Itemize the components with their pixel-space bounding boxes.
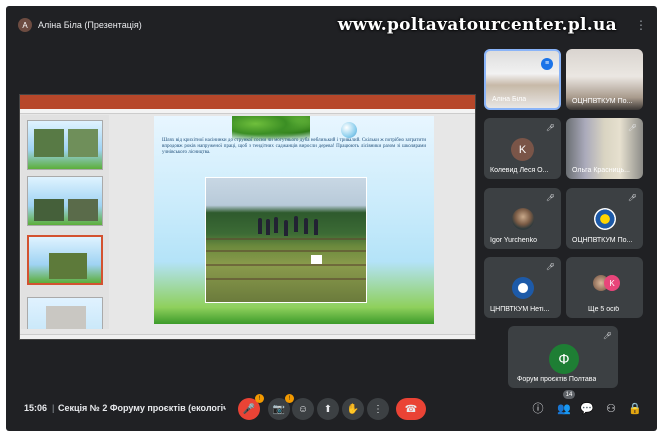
participant-name: Ольга Красниць... — [572, 167, 630, 174]
ppt-slide-thumbnails — [21, 115, 109, 329]
mic-off-icon: 🎤︎ — [546, 264, 555, 271]
participant-avatar — [512, 277, 534, 299]
host-controls-button[interactable]: 🔒 — [625, 398, 645, 418]
meeting-title: Секція № 2 Форуму проєктів (екологічні,.… — [58, 403, 226, 413]
mic-off-icon: 🎤︎ — [628, 125, 637, 132]
current-slide: Шлях від крихітної насінинки до стрункої… — [154, 116, 434, 324]
participant-name: Форум проєктів Полтава — [517, 376, 597, 383]
participant-tile[interactable]: ОЦНПВТКУМ По... — [566, 49, 643, 110]
end-call-icon: ☎ — [404, 403, 418, 415]
slide-thumbnail — [27, 297, 103, 329]
participant-avatar: K — [604, 275, 620, 291]
activities-icon: ⚇ — [606, 402, 616, 415]
shared-presentation: Шлях від крихітної насінинки до стрункої… — [19, 94, 476, 340]
participant-name: ОЦНПВТКУМ По... — [572, 237, 633, 244]
more-options-icon[interactable]: ⋮ — [635, 18, 647, 32]
participant-tile[interactable]: 🎤︎ ЦНПВТКУМ Неті... — [484, 257, 561, 318]
more-participants-avatars: K — [593, 275, 623, 291]
people-count-badge: 14 — [563, 390, 575, 399]
mic-off-icon: 🎤︎ — [546, 195, 555, 202]
meeting-info-button[interactable]: ⓘ — [528, 398, 548, 418]
people-icon: 👥 — [557, 402, 571, 415]
presenter-chip: A Аліна Біла (Презентація) — [18, 16, 142, 34]
participant-name: ОЦНПВТКУМ По... — [572, 98, 633, 105]
speaking-indicator-icon: ≡ — [541, 58, 553, 70]
participant-tile[interactable]: 🎤︎ ОЦНПВТКУМ По... — [566, 188, 643, 249]
more-participants-label: Ще 5 осіб — [588, 306, 620, 313]
emoji-icon: ☺ — [297, 403, 309, 415]
participant-name: Колевид Леся О... — [490, 167, 549, 174]
participant-name: ЦНПВТКУМ Неті... — [490, 306, 550, 313]
meeting-clock: 15:06 — [24, 403, 48, 413]
more-options-button[interactable]: ⋮ — [367, 398, 389, 420]
camera-toggle-button[interactable]: 📷 ! — [268, 394, 294, 420]
more-participants-tile[interactable]: K Ще 5 осіб — [566, 257, 643, 318]
mic-toggle-button[interactable]: 🎤 ! — [238, 394, 264, 420]
slide-thumbnail — [27, 176, 103, 226]
separator: | — [52, 403, 55, 413]
activities-button[interactable]: ⚇ — [601, 398, 621, 418]
participant-avatar — [512, 208, 534, 230]
watermark-text: www.poltavatourcenter.pl.ua — [337, 15, 617, 35]
more-options-icon: ⋮ — [373, 403, 383, 415]
presenter-name: Аліна Біла (Презентація) — [38, 20, 142, 30]
present-button[interactable]: ⬆ — [317, 398, 339, 420]
participant-name: Аліна Біла — [492, 96, 527, 103]
raise-hand-icon: ✋ — [346, 403, 360, 415]
participant-tile[interactable]: 🎤︎ K Колевид Леся О... — [484, 118, 561, 179]
chat-button[interactable]: 💬 — [577, 398, 597, 418]
mic-off-icon: 🎤 — [242, 403, 256, 415]
warning-badge: ! — [255, 394, 264, 403]
slide-thumbnail-selected — [27, 235, 103, 285]
participant-avatar: K — [511, 138, 534, 161]
mic-off-icon: 🎤︎ — [603, 333, 612, 340]
slide-photo — [205, 177, 367, 303]
people-button[interactable]: 👥 — [554, 398, 574, 418]
camera-off-icon: 📷 — [272, 403, 286, 415]
raise-hand-button[interactable]: ✋ — [342, 398, 364, 420]
participant-tile[interactable]: ≡ Аліна Біла — [484, 49, 561, 110]
participant-avatar: Ф — [549, 344, 579, 374]
emoji-button[interactable]: ☺ — [292, 398, 314, 420]
bubble-decoration — [341, 122, 357, 138]
participant-tile[interactable]: 🎤︎ Ольга Красниць... — [566, 118, 643, 179]
ppt-title-bar — [20, 95, 475, 103]
ppt-status-bar — [20, 334, 475, 339]
host-controls-icon: 🔒 — [628, 402, 642, 415]
participant-avatar — [594, 208, 616, 230]
participant-tile[interactable]: 🎤︎ Igor Yurchenko — [484, 188, 561, 249]
ppt-ribbon — [20, 109, 475, 114]
presenter-avatar: A — [18, 18, 32, 32]
warning-badge: ! — [285, 394, 294, 403]
self-tile[interactable]: 🎤︎ Ф Форум проєктів Полтава — [508, 326, 618, 388]
slide-text: Шлях від крихітної насінинки до стрункої… — [162, 138, 426, 156]
slide-thumbnail — [27, 120, 103, 170]
participant-name: Igor Yurchenko — [490, 237, 537, 244]
present-icon: ⬆ — [323, 403, 333, 415]
end-call-button[interactable]: ☎ — [396, 398, 426, 420]
mic-off-icon: 🎤︎ — [628, 195, 637, 202]
chat-icon: 💬 — [580, 402, 594, 415]
bottom-control-bar: 15:06 | Секція № 2 Форуму проєктів (екол… — [6, 389, 657, 431]
meet-window: A Аліна Біла (Презентація) www.poltavato… — [6, 6, 657, 431]
info-icon: ⓘ — [532, 403, 544, 415]
mic-off-icon: 🎤︎ — [546, 125, 555, 132]
